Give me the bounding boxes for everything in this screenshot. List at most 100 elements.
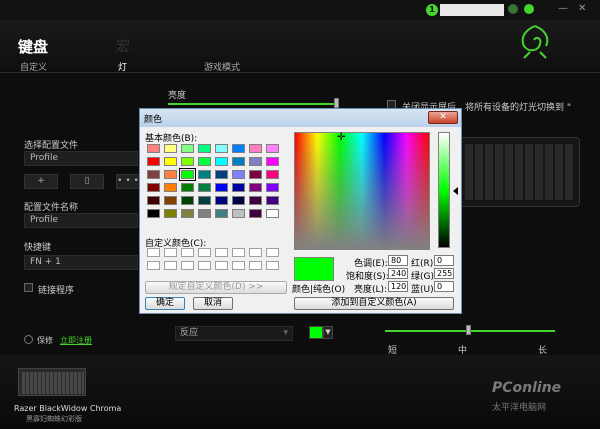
- basic-color-swatch[interactable]: [198, 170, 211, 179]
- brightness-slider[interactable]: [168, 103, 338, 105]
- minimize-button[interactable]: —: [558, 3, 568, 14]
- basic-color-swatch[interactable]: [164, 183, 177, 192]
- basic-color-swatch[interactable]: [181, 209, 194, 218]
- basic-color-swatch[interactable]: [198, 183, 211, 192]
- basic-color-swatch[interactable]: [266, 196, 279, 205]
- profile-action-button[interactable]: ▯: [70, 174, 104, 189]
- macro-title[interactable]: 宏: [116, 36, 130, 56]
- basic-color-swatch[interactable]: [266, 157, 279, 166]
- basic-color-swatch[interactable]: [198, 144, 211, 153]
- luminance-input[interactable]: 120: [388, 281, 408, 292]
- basic-color-swatch[interactable]: [232, 144, 245, 153]
- basic-color-swatch[interactable]: [249, 157, 262, 166]
- luminance-pointer-icon[interactable]: [453, 187, 458, 195]
- custom-color-swatch[interactable]: [198, 248, 211, 257]
- basic-color-swatch[interactable]: [179, 168, 196, 181]
- close-button[interactable]: ✕: [578, 3, 586, 14]
- custom-color-swatch[interactable]: [232, 248, 245, 257]
- basic-color-swatch[interactable]: [147, 157, 160, 166]
- effect-dropdown[interactable]: 反应 ▾: [175, 326, 293, 341]
- profile-select[interactable]: Profile: [24, 151, 138, 166]
- basic-color-swatch[interactable]: [215, 209, 228, 218]
- custom-color-swatch[interactable]: [147, 248, 160, 257]
- basic-color-swatch[interactable]: [164, 209, 177, 218]
- custom-color-swatch[interactable]: [249, 261, 262, 270]
- basic-color-swatch[interactable]: [147, 144, 160, 153]
- hotkey-select[interactable]: FN + 1: [24, 255, 138, 270]
- custom-color-swatch[interactable]: [232, 261, 245, 270]
- custom-color-swatch[interactable]: [249, 248, 262, 257]
- custom-color-swatch[interactable]: [198, 261, 211, 270]
- basic-color-swatch[interactable]: [215, 157, 228, 166]
- basic-color-swatch[interactable]: [147, 183, 160, 192]
- status-icon[interactable]: [508, 4, 518, 14]
- basic-color-swatch[interactable]: [232, 170, 245, 179]
- custom-color-swatch[interactable]: [164, 248, 177, 257]
- basic-color-swatch[interactable]: [147, 170, 160, 179]
- basic-color-swatch[interactable]: [181, 144, 194, 153]
- user-account-box[interactable]: [440, 4, 504, 16]
- basic-color-swatch[interactable]: [215, 170, 228, 179]
- page-title[interactable]: 键盘: [18, 36, 48, 57]
- device-thumbnail[interactable]: [18, 368, 86, 396]
- basic-color-swatch[interactable]: [266, 144, 279, 153]
- basic-color-swatch[interactable]: [164, 144, 177, 153]
- basic-color-swatch[interactable]: [249, 170, 262, 179]
- effect-color-swatch[interactable]: [309, 326, 323, 339]
- custom-color-swatch[interactable]: [181, 248, 194, 257]
- basic-color-swatch[interactable]: [232, 209, 245, 218]
- luminance-bar[interactable]: [438, 132, 450, 248]
- profile-name-input[interactable]: Profile: [24, 213, 138, 228]
- link-program-checkbox[interactable]: [24, 283, 33, 292]
- custom-color-swatch[interactable]: [147, 261, 160, 270]
- color-dropdown-arrow-icon[interactable]: ▼: [323, 326, 333, 339]
- basic-color-swatch[interactable]: [249, 183, 262, 192]
- basic-color-swatch[interactable]: [266, 170, 279, 179]
- basic-color-swatch[interactable]: [181, 196, 194, 205]
- blue-input[interactable]: 0: [434, 281, 454, 292]
- green-input[interactable]: 255: [434, 268, 454, 279]
- basic-color-swatch[interactable]: [249, 144, 262, 153]
- basic-color-swatch[interactable]: [147, 209, 160, 218]
- basic-color-swatch[interactable]: [181, 157, 194, 166]
- saturation-input[interactable]: 240: [388, 268, 408, 279]
- basic-color-swatch[interactable]: [215, 196, 228, 205]
- basic-color-swatch[interactable]: [181, 183, 194, 192]
- dialog-close-button[interactable]: ✕: [428, 111, 458, 124]
- basic-color-swatch[interactable]: [198, 196, 211, 205]
- custom-color-swatch[interactable]: [266, 261, 279, 270]
- define-custom-colors-button[interactable]: 规定自定义颜色(D) >>: [145, 281, 287, 294]
- basic-color-swatch[interactable]: [232, 196, 245, 205]
- red-input[interactable]: 0: [434, 255, 454, 266]
- basic-color-swatch[interactable]: [249, 209, 262, 218]
- custom-color-swatch[interactable]: [181, 261, 194, 270]
- cancel-button[interactable]: 取消: [193, 297, 233, 310]
- more-options-button[interactable]: • • •: [116, 174, 140, 189]
- brightness-slider-knob[interactable]: [334, 98, 339, 108]
- custom-color-swatch[interactable]: [215, 248, 228, 257]
- razer-status-icon[interactable]: [524, 4, 534, 14]
- basic-color-swatch[interactable]: [164, 157, 177, 166]
- basic-color-swatch[interactable]: [232, 183, 245, 192]
- hue-input[interactable]: 80: [388, 255, 408, 266]
- custom-color-swatch[interactable]: [215, 261, 228, 270]
- add-profile-button[interactable]: +: [24, 174, 58, 189]
- speed-slider-knob[interactable]: [466, 325, 471, 335]
- basic-color-swatch[interactable]: [215, 144, 228, 153]
- add-to-custom-colors-button[interactable]: 添加到自定义颜色(A): [294, 297, 454, 310]
- basic-color-swatch[interactable]: [147, 196, 160, 205]
- basic-color-swatch[interactable]: [266, 183, 279, 192]
- notification-badge[interactable]: 1: [426, 4, 438, 16]
- custom-color-swatch[interactable]: [266, 248, 279, 257]
- basic-color-swatch[interactable]: [198, 157, 211, 166]
- basic-color-swatch[interactable]: [164, 170, 177, 179]
- ok-button[interactable]: 确定: [145, 297, 185, 310]
- basic-color-swatch[interactable]: [232, 157, 245, 166]
- basic-color-swatch[interactable]: [198, 209, 211, 218]
- register-link[interactable]: 立即注册: [60, 335, 92, 346]
- basic-color-swatch[interactable]: [164, 196, 177, 205]
- color-spectrum[interactable]: ✛: [294, 132, 430, 250]
- custom-color-swatch[interactable]: [164, 261, 177, 270]
- basic-color-swatch[interactable]: [215, 183, 228, 192]
- basic-color-swatch[interactable]: [266, 209, 279, 218]
